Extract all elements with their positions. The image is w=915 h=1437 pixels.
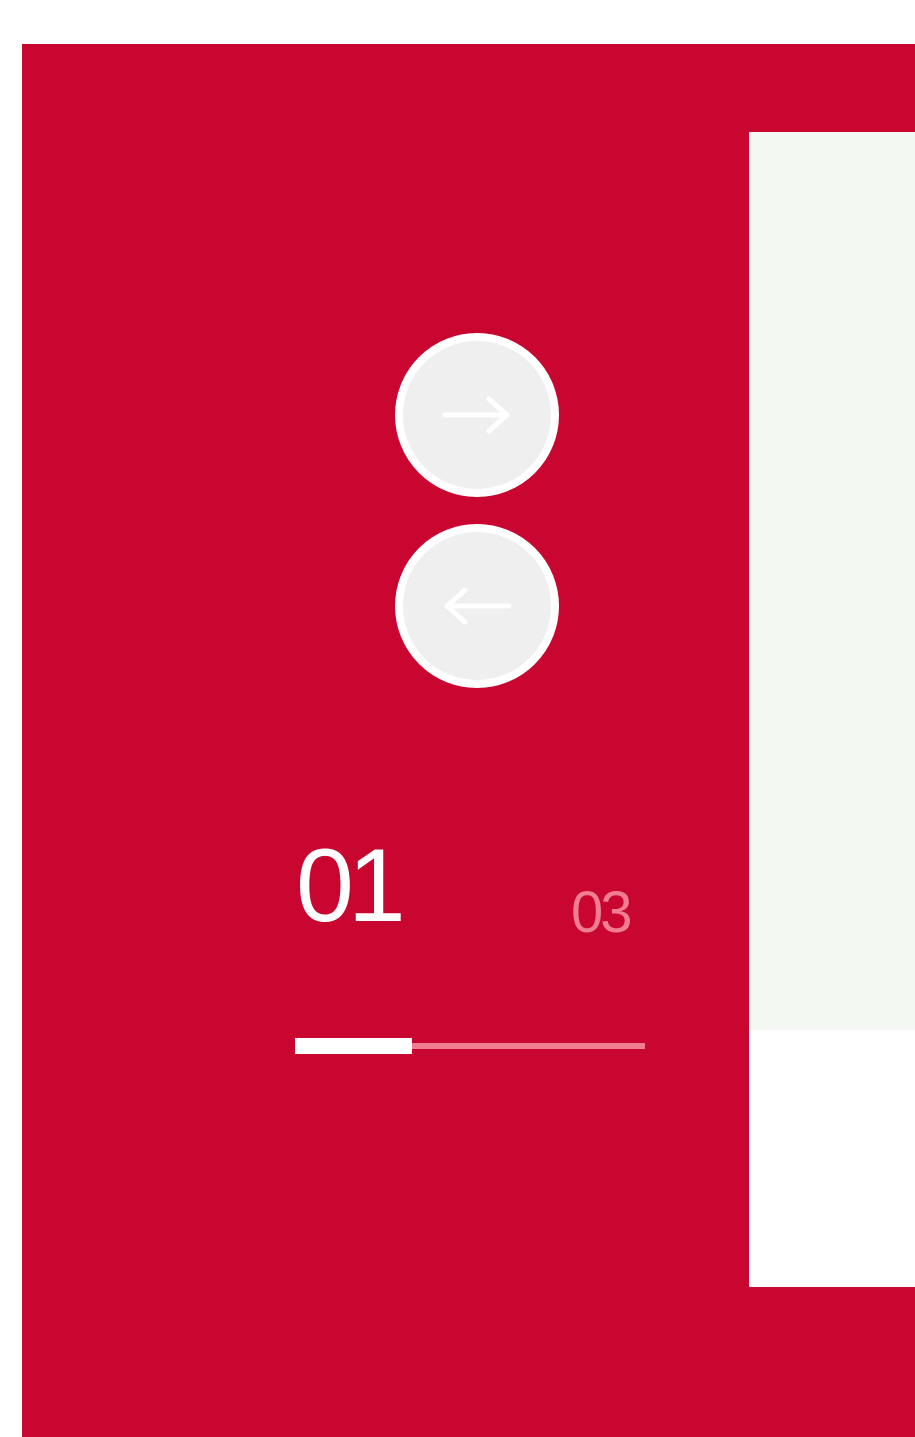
arrow-left-icon — [444, 587, 512, 625]
slide-progress-bar — [295, 1038, 645, 1054]
total-slide-number: 03 — [571, 880, 632, 945]
previous-slide-button[interactable] — [395, 524, 559, 688]
slide-image — [749, 132, 915, 1030]
slide-card[interactable] — [749, 132, 915, 1287]
arrow-right-icon — [442, 396, 510, 434]
page: 01 03 — [0, 0, 915, 1437]
next-slide-button[interactable] — [395, 333, 559, 497]
current-slide-number: 01 — [296, 828, 406, 944]
slide-progress-fill — [295, 1038, 412, 1054]
